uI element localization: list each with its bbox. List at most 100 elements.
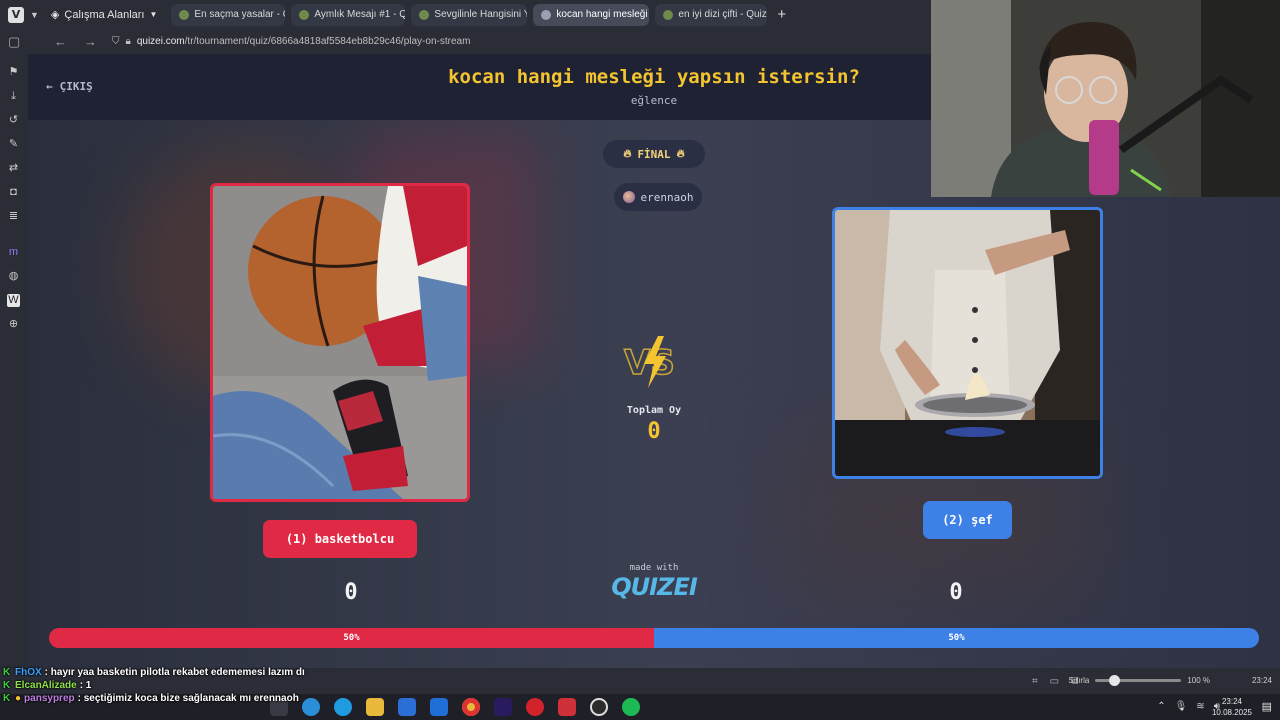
- opera-icon[interactable]: [526, 698, 544, 716]
- download-icon[interactable]: ⤓: [7, 90, 20, 103]
- quizei-favicon-icon: [663, 9, 674, 20]
- round-label: FİNAL: [637, 147, 671, 161]
- vivaldi-menu-icon[interactable]: V: [8, 6, 24, 23]
- new-tab-icon[interactable]: +: [777, 6, 786, 23]
- round-badge: 🔥︎ FİNAL 🔥︎: [603, 140, 705, 168]
- tab-label: en iyi dizi çifti - Quizei: [678, 9, 768, 20]
- warning-icon: ●: [15, 693, 22, 704]
- chat-text: : 1: [79, 680, 92, 691]
- chat-username: ElcanAlizade: [15, 680, 77, 691]
- mastodon-icon[interactable]: m: [7, 246, 20, 259]
- browser-tab[interactable]: En saçma yasalar - Quizei: [171, 3, 286, 26]
- webcam-overlay: [931, 0, 1280, 197]
- shield-icon: ⛉: [112, 36, 120, 47]
- history-icon[interactable]: ↺: [7, 114, 20, 127]
- workspaces-button[interactable]: ◈ Çalışma Alanları ▼: [50, 8, 158, 22]
- option-2-percent-label: 50%: [948, 633, 965, 643]
- browser-tab[interactable]: Aymlık Mesajı #1 - Quizei: [291, 3, 406, 26]
- fire-icon: 🔥︎: [676, 147, 685, 160]
- web-panel-icon[interactable]: ◍: [7, 270, 20, 283]
- chrome-icon[interactable]: [462, 698, 480, 716]
- tab-label: Sevgilinle Hangisini Yapmak: [434, 9, 528, 20]
- browser-tab[interactable]: en iyi dizi çifti - Quizei: [655, 3, 768, 26]
- chevron-up-icon[interactable]: ⌃: [1157, 701, 1165, 712]
- chevron-down-icon[interactable]: ▼: [30, 10, 39, 20]
- zoom-control: Sıfırla 100 %: [1068, 675, 1210, 686]
- option-1-percent-label: 50%: [343, 633, 360, 643]
- url-field[interactable]: ⛉ 🔒︎ quizei.com/tr/tournament/quiz/6866a…: [112, 36, 470, 47]
- tab-label: Aymlık Mesajı #1 - Quizei: [314, 9, 406, 20]
- translate-icon[interactable]: ⇄: [7, 162, 20, 175]
- streamer-camera-image: [931, 0, 1280, 197]
- zoom-slider[interactable]: [1095, 675, 1182, 686]
- bookmark-icon[interactable]: ⚑: [7, 66, 20, 79]
- total-votes-label: Toplam Oy: [626, 405, 682, 416]
- fire-icon: 🔥︎: [623, 147, 632, 160]
- workspace-label: Çalışma Alanları: [64, 8, 145, 21]
- zoom-reset-button[interactable]: Sıfırla: [1068, 676, 1089, 685]
- browser-tab[interactable]: Sevgilinle Hangisini Yapmak: [411, 3, 528, 26]
- quizei-logo[interactable]: QUIZEI: [602, 573, 706, 601]
- quizei-favicon-icon: [299, 9, 310, 20]
- stream-chat-overlay: K FhOX : hayır yaa basketin pilotla reka…: [3, 666, 383, 705]
- add-panel-icon[interactable]: ⊕: [7, 318, 20, 331]
- option-2-vote-count: 0: [949, 580, 963, 605]
- capture-icon[interactable]: ◘: [7, 186, 20, 199]
- tab-label: En saçma yasalar - Quizei: [194, 9, 285, 20]
- chat-message: K FhOX : hayır yaa basketin pilotla reka…: [3, 666, 383, 679]
- kick-badge-icon: K: [3, 667, 11, 678]
- outlook-icon[interactable]: [430, 698, 448, 716]
- layers-icon: ◈: [50, 9, 60, 21]
- browser-tab-active[interactable]: kocan hangi mesleği yapsın: [533, 3, 650, 26]
- vote-progress-bar: 50% 50%: [49, 628, 1259, 648]
- quizei-favicon-icon: [419, 9, 430, 20]
- capture-icon[interactable]: ⌗: [1032, 676, 1038, 687]
- taskbar-date: 10.08.2025: [1211, 708, 1252, 717]
- avatar: [622, 191, 635, 203]
- option-2-image[interactable]: [832, 207, 1103, 479]
- microphone-icon[interactable]: 🎙︎: [1175, 701, 1188, 712]
- lock-icon: 🔒︎: [125, 36, 131, 47]
- chat-message: K ● pansyprep : seçtiğimiz koca bize sağ…: [3, 692, 383, 705]
- total-votes-value: 0: [647, 419, 661, 444]
- premiere-icon[interactable]: [494, 698, 512, 716]
- chat-username: FhOX: [15, 667, 42, 678]
- vivaldi-icon[interactable]: [558, 698, 576, 716]
- tab-label: kocan hangi mesleği yapsın: [556, 9, 649, 20]
- wifi-icon[interactable]: ≋: [1196, 701, 1204, 712]
- option-2-button[interactable]: (2) şef: [923, 501, 1012, 539]
- zoom-slider-knob[interactable]: [1109, 675, 1121, 686]
- chat-message: K ElcanAlizade : 1: [3, 679, 383, 692]
- tiling-icon[interactable]: ▭: [1050, 676, 1059, 687]
- streamer-badge: erennaoh: [614, 183, 702, 211]
- notification-icon[interactable]: ▤: [1262, 700, 1272, 713]
- url-host: quizei.com: [136, 36, 185, 47]
- chat-text: : hayır yaa basketin pilotla rekabet ede…: [44, 667, 305, 678]
- notes-icon[interactable]: ✎: [7, 138, 20, 151]
- option-1-percent-bar: 50%: [49, 628, 654, 648]
- kick-badge-icon: K: [3, 680, 11, 691]
- reading-list-icon[interactable]: ≣: [7, 210, 20, 223]
- option-1-vote-count: 0: [344, 580, 358, 605]
- quizei-favicon-icon: [179, 9, 190, 20]
- versus-icon: VS: [623, 336, 676, 388]
- kick-badge-icon: K: [3, 693, 11, 704]
- back-arrow-icon[interactable]: ←: [54, 34, 68, 49]
- option-1-button[interactable]: (1) basketbolcu: [263, 520, 417, 558]
- browser-sidebar: ⚑ ⤓ ↺ ✎ ⇄ ◘ ≣ m ◍ W ⊕: [0, 54, 28, 668]
- obs-icon[interactable]: [590, 698, 608, 716]
- panel-toggle-icon[interactable]: ▢: [8, 34, 22, 50]
- spotify-icon[interactable]: [622, 698, 640, 716]
- forward-arrow-icon[interactable]: →: [84, 34, 98, 49]
- username: erennaoh: [640, 190, 694, 204]
- chevron-down-icon: ▼: [149, 10, 158, 19]
- chat-text: : seçtiğimiz koca bize sağlanacak mı ere…: [77, 693, 299, 704]
- statusbar-clock: 23:24: [1251, 676, 1272, 685]
- made-with-label: made with: [629, 563, 679, 573]
- chat-username: pansyprep: [24, 693, 75, 704]
- option-1-image[interactable]: [210, 183, 470, 502]
- wikipedia-icon[interactable]: W: [7, 294, 20, 307]
- taskbar-clock[interactable]: 23:24 10.08.2025: [1212, 696, 1252, 718]
- store-icon[interactable]: [398, 698, 416, 716]
- system-tray: ⌃ 🎙︎ ≋ 🔊︎: [1157, 701, 1220, 712]
